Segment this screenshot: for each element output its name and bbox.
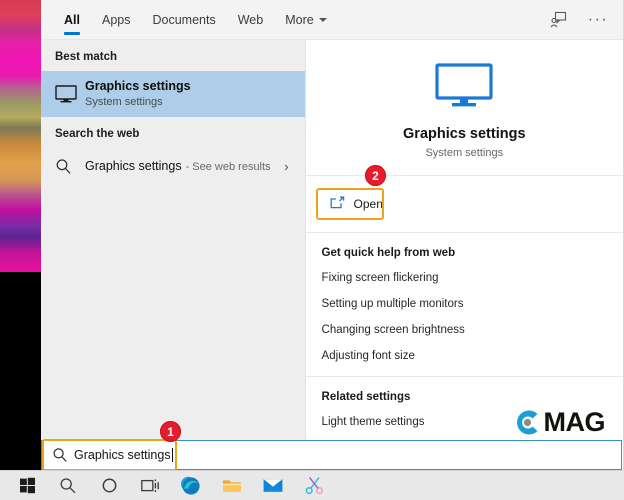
start-button-icon[interactable] [8,471,46,500]
open-action-zone: Open [306,176,623,232]
tabbar-actions: ··· [547,9,623,31]
quick-help-section: Get quick help from web Fixing screen fl… [306,233,623,376]
web-result-suffix: - See web results [186,161,271,173]
result-item-subtitle: System settings [85,95,191,109]
quick-help-link-3[interactable]: Adjusting font size [322,350,623,362]
open-button[interactable]: Open [322,190,395,218]
task-view-glyph [141,478,160,494]
scissors-glyph [305,476,324,495]
results-list-pane: Best match Graphics settings System sett… [41,40,305,470]
quick-help-link-2[interactable]: Changing screen brightness [322,324,623,336]
more-options-icon[interactable]: ··· [587,9,609,31]
taskbar [0,470,624,500]
tab-web-label: Web [238,13,263,27]
windows-logo-glyph [19,477,36,494]
edge-glyph [181,476,201,496]
tab-all-label: All [64,13,80,27]
best-match-header: Best match [41,40,305,71]
tab-documents[interactable]: Documents [141,0,226,40]
search-flyout: All Apps Documents Web More [41,0,624,470]
envelope-glyph [263,478,283,493]
search-glyph [55,158,72,175]
chevron-right-icon[interactable]: › [284,159,294,174]
search-results-body: Best match Graphics settings System sett… [41,40,623,470]
related-settings-title: Related settings [322,391,623,403]
open-external-glyph [330,196,345,209]
chevron-down-icon [319,18,327,22]
taskbar-search-glyph [59,477,77,495]
file-explorer-icon[interactable] [213,471,251,500]
monitor-large-glyph [435,63,493,109]
monitor-glyph [55,85,77,103]
search-icon [55,158,85,175]
c-logo-icon [512,407,543,438]
screen: All Apps Documents Web More [0,0,624,500]
web-result-query: Graphics settings [85,159,182,173]
search-bar-container: Graphics settings [41,440,624,470]
tab-more-label: More [285,13,313,27]
search-icon[interactable] [49,471,87,500]
search-input[interactable]: Graphics settings [41,440,622,470]
tab-apps-label: Apps [102,13,131,27]
search-input-value: Graphics settings [74,448,171,462]
search-glyph [52,447,68,463]
task-view-icon[interactable] [131,471,169,500]
annotation-badge-1: 1 [160,421,181,442]
tab-more[interactable]: More [274,0,337,40]
preview-subtitle: System settings [425,147,503,159]
result-item-text: Graphics settings System settings [85,79,191,109]
mail-icon[interactable] [254,471,292,500]
result-item-title: Graphics settings [85,79,191,94]
search-icon [52,447,70,463]
more-options-label: ··· [588,15,608,25]
web-result-text: Graphics settings - See web results [85,157,271,175]
feedback-glyph [550,11,567,28]
feedback-icon[interactable] [547,9,569,31]
cortana-icon[interactable] [90,471,128,500]
tab-documents-label: Documents [152,13,215,27]
monitor-icon [55,85,85,103]
tab-all[interactable]: All [53,0,91,40]
cortana-glyph [101,477,118,494]
annotation-badge-2: 2 [365,165,386,186]
preview-title: Graphics settings [403,126,525,142]
snipping-tool-icon[interactable] [295,471,333,500]
watermark-text: MAG [544,407,606,438]
preview-pane: Graphics settings System settings [305,40,623,470]
result-item-web-search[interactable]: Graphics settings - See web results › [41,148,305,184]
open-external-icon [330,196,345,212]
edge-browser-icon[interactable] [172,471,210,500]
preview-hero: Graphics settings System settings [306,40,623,175]
web-result-line: Graphics settings - See web results [85,157,271,175]
tab-apps[interactable]: Apps [91,0,142,40]
watermark-logo: MAG [512,407,606,438]
desktop-wallpaper [0,0,41,272]
monitor-icon [435,63,493,114]
search-web-header: Search the web [41,117,305,148]
desktop-dark-area [0,272,41,470]
text-cursor [172,448,173,462]
open-button-label: Open [354,197,383,211]
folder-glyph [222,477,242,494]
quick-help-link-0[interactable]: Fixing screen flickering [322,272,623,284]
quick-help-link-1[interactable]: Setting up multiple monitors [322,298,623,310]
tab-web[interactable]: Web [227,0,274,40]
quick-help-title: Get quick help from web [322,247,623,259]
search-filter-tabbar: All Apps Documents Web More [41,0,623,40]
result-item-graphics-settings[interactable]: Graphics settings System settings [41,71,305,117]
